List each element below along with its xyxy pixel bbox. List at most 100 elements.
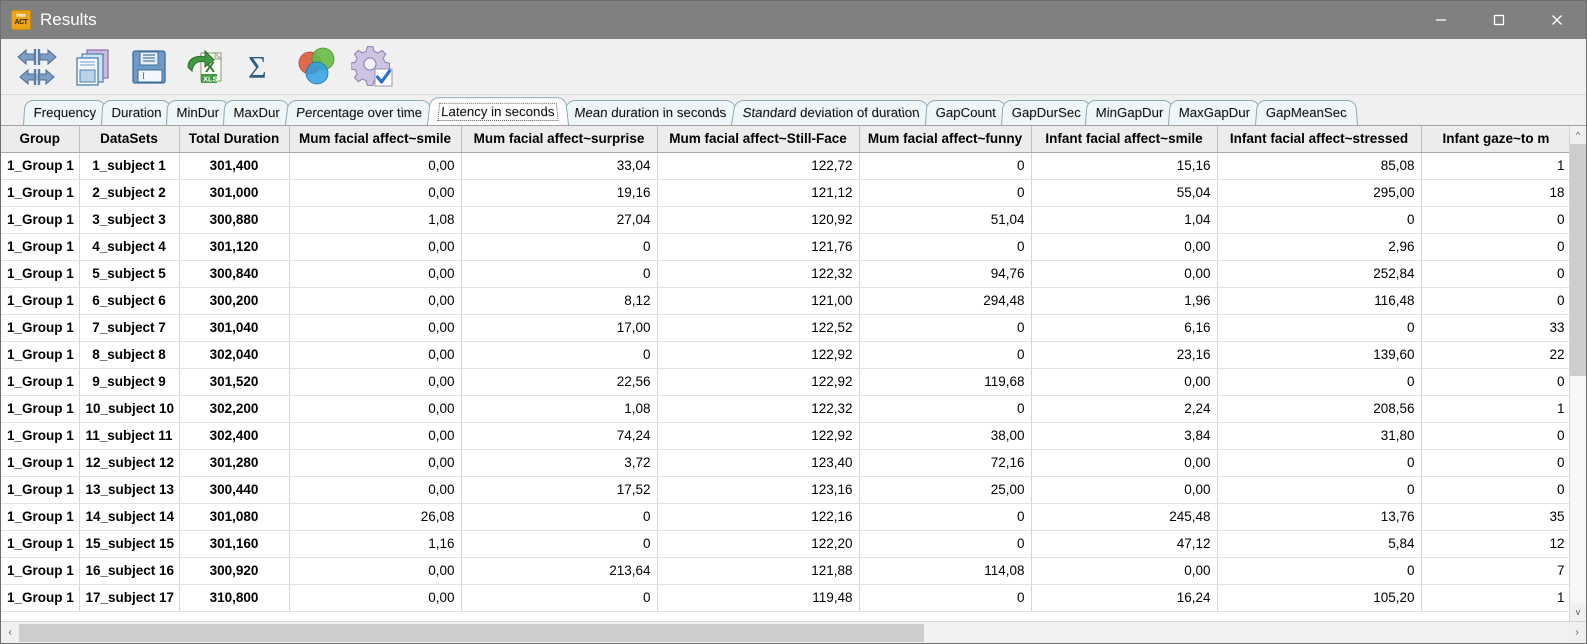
cell-value[interactable]: 16,24 — [1031, 584, 1218, 612]
cell-value[interactable]: 0 — [1421, 260, 1569, 288]
cell-group[interactable]: 1_Group 1 — [1, 206, 80, 234]
cell-value[interactable]: 0 — [1217, 314, 1422, 342]
column-header-infant-stressed[interactable]: Infant facial affect~stressed — [1217, 126, 1422, 153]
table-row[interactable]: 1_Group 1 2_subject 2 301,000 0,00 19,16 121,… — [1, 179, 1569, 207]
cell-total-duration[interactable]: 301,520 — [179, 368, 290, 396]
table-row[interactable]: 1_Group 1 15_subject 15 301,160 1,16 0 122,20… — [1, 530, 1569, 558]
cell-value[interactable]: 12 — [1421, 530, 1569, 558]
column-header-mum-still-face[interactable]: Mum facial affect~Still-Face — [657, 126, 860, 153]
cell-value[interactable]: 0,00 — [289, 395, 462, 423]
cell-group[interactable]: 1_Group 1 — [1, 314, 80, 342]
cell-value[interactable]: 94,76 — [859, 260, 1032, 288]
column-header-infant-smile[interactable]: Infant facial affect~smile — [1031, 126, 1218, 153]
cell-dataset[interactable]: 9_subject 9 — [79, 368, 180, 396]
cell-group[interactable]: 1_Group 1 — [1, 287, 80, 315]
export-excel-icon[interactable]: X XLS — [177, 41, 233, 93]
cell-value[interactable]: 23,16 — [1031, 341, 1218, 369]
cell-value[interactable]: 8,12 — [461, 287, 658, 315]
vertical-scroll-thumb[interactable] — [1570, 144, 1586, 376]
cell-value[interactable]: 294,48 — [859, 287, 1032, 315]
cell-value[interactable]: 139,60 — [1217, 341, 1422, 369]
cell-group[interactable]: 1_Group 1 — [1, 503, 80, 531]
cell-value[interactable]: 0 — [1217, 206, 1422, 234]
cell-value[interactable]: 0,00 — [1031, 233, 1218, 261]
cell-value[interactable]: 3,72 — [461, 449, 658, 477]
navigate-arrows-icon[interactable] — [9, 41, 65, 93]
cell-selected[interactable]: 0,00 — [289, 152, 462, 180]
cell-dataset[interactable]: 4_subject 4 — [79, 233, 180, 261]
cell-value[interactable]: 22,56 — [461, 368, 658, 396]
minimize-icon[interactable] — [1412, 1, 1470, 39]
cell-value[interactable]: 0 — [859, 584, 1032, 612]
cell-value[interactable]: 0,00 — [1031, 476, 1218, 504]
cell-value[interactable]: 33 — [1421, 314, 1569, 342]
cell-value[interactable]: 0 — [1217, 476, 1422, 504]
cell-group[interactable]: 1_Group 1 — [1, 368, 80, 396]
cell-value[interactable]: 1 — [1421, 152, 1569, 180]
table-row[interactable]: 1_Group 1 11_subject 11 302,400 0,00 74,24 12… — [1, 422, 1569, 450]
column-header-datasets[interactable]: DataSets — [79, 126, 180, 153]
table-row[interactable]: 1_Group 1 5_subject 5 300,840 0,00 0 122,32 94… — [1, 260, 1569, 288]
cell-total-duration[interactable]: 310,800 — [179, 584, 290, 612]
cell-value[interactable]: 0,00 — [1031, 557, 1218, 585]
cell-value[interactable]: 38,00 — [859, 422, 1032, 450]
cell-value[interactable]: 114,08 — [859, 557, 1032, 585]
cell-value[interactable]: 17,00 — [461, 314, 658, 342]
table-row[interactable]: 1_Group 1 16_subject 16 300,920 0,00 213,64 1… — [1, 557, 1569, 585]
tab-gapcount[interactable]: GapCount — [925, 100, 1007, 125]
cell-value[interactable]: 0 — [859, 179, 1032, 207]
cell-value[interactable]: 121,88 — [657, 557, 860, 585]
cell-value[interactable]: 0,00 — [289, 179, 462, 207]
cell-value[interactable]: 121,12 — [657, 179, 860, 207]
cell-value[interactable]: 0 — [461, 530, 658, 558]
cell-value[interactable]: 51,04 — [859, 206, 1032, 234]
cell-value[interactable]: 0 — [1421, 206, 1569, 234]
save-floppy-icon[interactable]: I — [121, 41, 177, 93]
column-header-infant-gaze[interactable]: Infant gaze~to m — [1421, 126, 1569, 153]
cell-value[interactable]: 35 — [1421, 503, 1569, 531]
cell-dataset[interactable]: 11_subject 11 — [79, 422, 180, 450]
cell-group[interactable]: 1_Group 1 — [1, 449, 80, 477]
cell-value[interactable]: 0,00 — [289, 557, 462, 585]
cell-group[interactable]: 1_Group 1 — [1, 341, 80, 369]
cell-value[interactable]: 1,04 — [1031, 206, 1218, 234]
cell-value[interactable]: 0,00 — [289, 584, 462, 612]
cell-value[interactable]: 123,40 — [657, 449, 860, 477]
cell-value[interactable]: 245,48 — [1031, 503, 1218, 531]
cell-value[interactable]: 123,16 — [657, 476, 860, 504]
cell-value[interactable]: 0 — [461, 503, 658, 531]
cell-total-duration[interactable]: 300,880 — [179, 206, 290, 234]
table-row[interactable]: 1_Group 1 4_subject 4 301,120 0,00 0 121,76 0 0… — [1, 233, 1569, 261]
cell-value[interactable]: 122,32 — [657, 260, 860, 288]
venn-diagram-icon[interactable] — [289, 41, 345, 93]
table-row[interactable]: 1_Group 1 9_subject 9 301,520 0,00 22,56 122,… — [1, 368, 1569, 396]
cell-value[interactable]: 0,00 — [289, 314, 462, 342]
horizontal-scroll-thumb[interactable] — [19, 623, 924, 642]
tab-gapmeansec[interactable]: GapMeanSec — [1255, 100, 1358, 125]
cell-value[interactable]: 1,16 — [289, 530, 462, 558]
cell-value[interactable]: 0 — [859, 233, 1032, 261]
tab-mean-duration-in-seconds[interactable]: Mean duration in seconds — [562, 100, 738, 125]
table-row[interactable]: 1_Group 1 1_subject 1 301,400 0,00 33,04 122,… — [1, 152, 1569, 180]
cell-total-duration[interactable]: 300,840 — [179, 260, 290, 288]
cell-value[interactable]: 122,92 — [657, 422, 860, 450]
cell-value[interactable]: 2,96 — [1217, 233, 1422, 261]
cell-value[interactable]: 122,16 — [657, 503, 860, 531]
cell-value[interactable]: 0,00 — [289, 260, 462, 288]
cell-group[interactable]: 1_Group 1 — [1, 233, 80, 261]
cell-value[interactable]: 121,00 — [657, 287, 860, 315]
cell-value[interactable]: 72,16 — [859, 449, 1032, 477]
cell-total-duration[interactable]: 301,080 — [179, 503, 290, 531]
cell-value[interactable]: 116,48 — [1217, 287, 1422, 315]
tab-duration[interactable]: Duration — [100, 100, 172, 125]
maximize-icon[interactable] — [1470, 1, 1528, 39]
cell-value[interactable]: 55,04 — [1031, 179, 1218, 207]
scroll-right-icon[interactable]: › — [1568, 627, 1586, 638]
cell-total-duration[interactable]: 302,400 — [179, 422, 290, 450]
cell-total-duration[interactable]: 301,040 — [179, 314, 290, 342]
cell-value[interactable]: 0 — [1421, 476, 1569, 504]
cell-value[interactable]: 119,68 — [859, 368, 1032, 396]
cell-dataset[interactable]: 2_subject 2 — [79, 179, 180, 207]
cell-value[interactable]: 0,00 — [1031, 449, 1218, 477]
cell-value[interactable]: 3,84 — [1031, 422, 1218, 450]
